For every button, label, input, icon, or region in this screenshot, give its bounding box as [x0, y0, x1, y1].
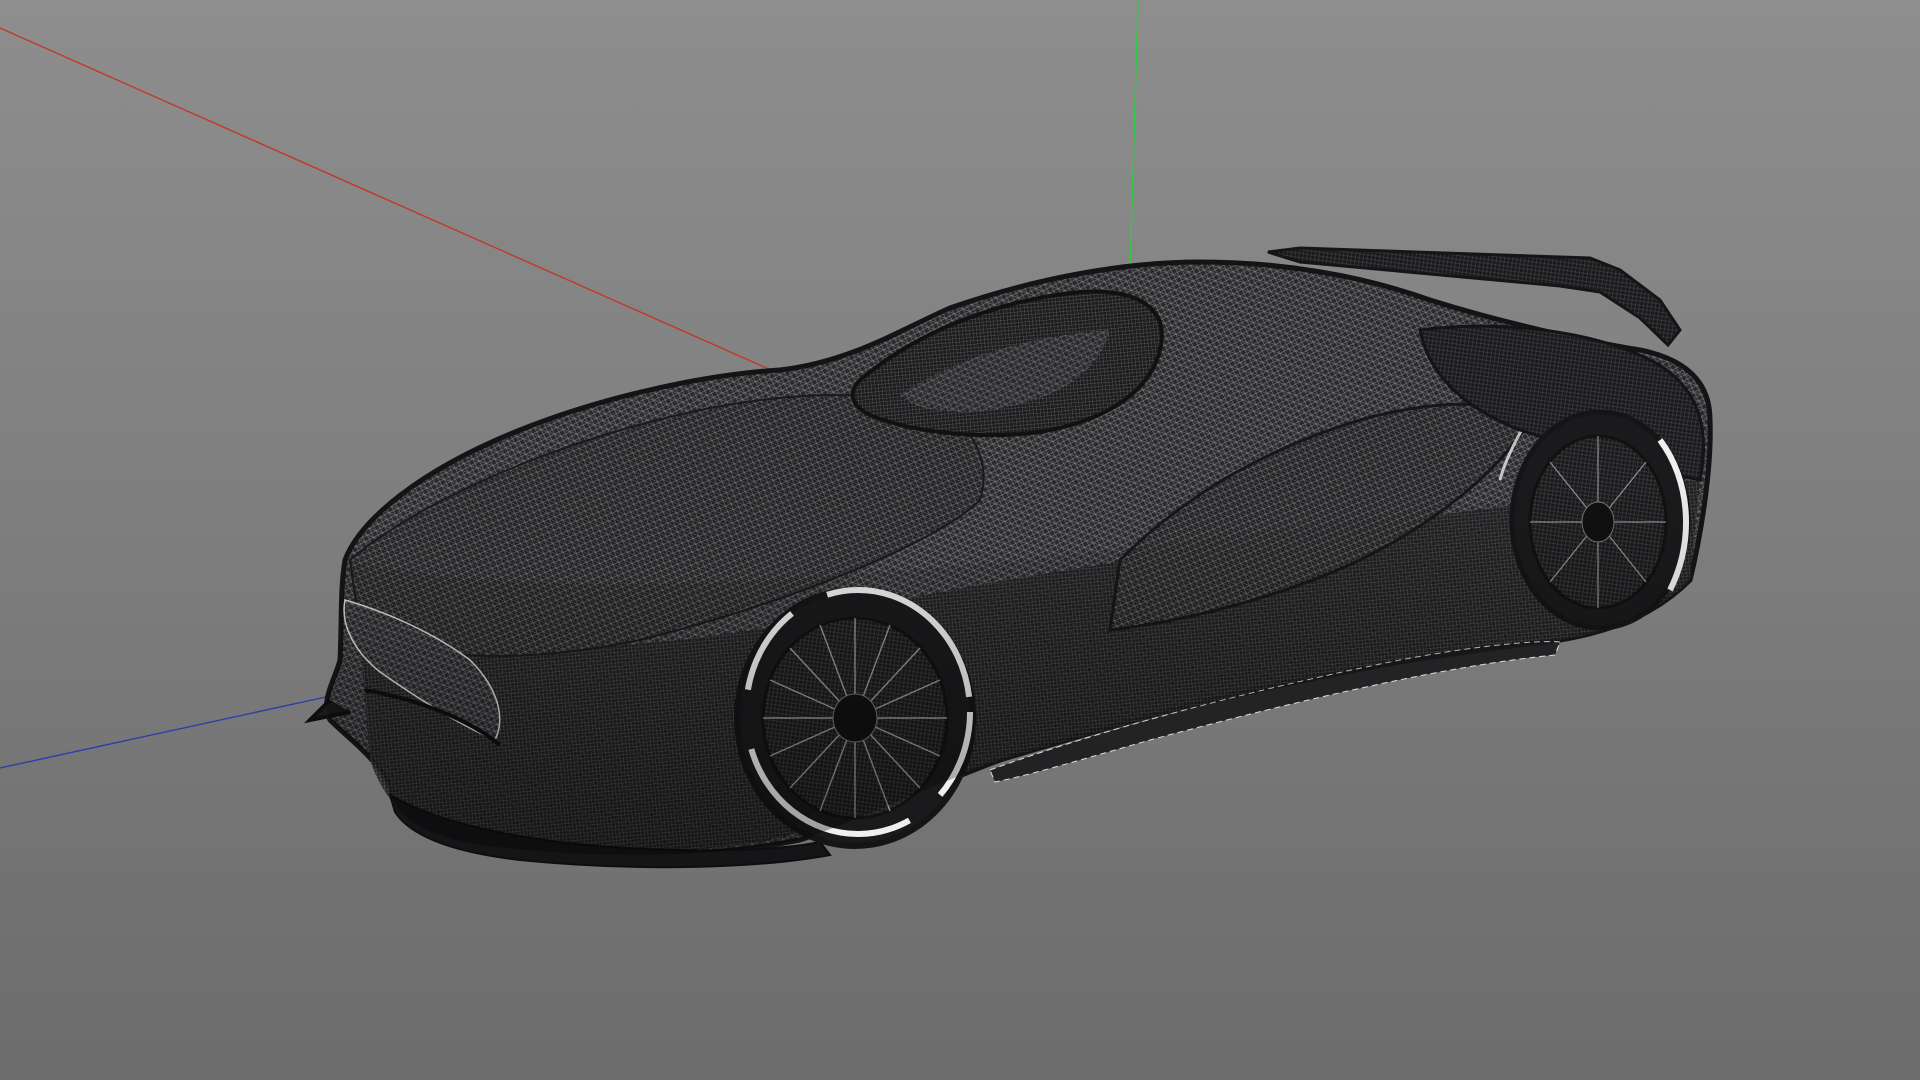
- z-axis-line: [0, 694, 336, 769]
- x-axis-line: [0, 27, 781, 375]
- 3d-viewport[interactable]: [0, 0, 1920, 1080]
- car-wireframe-model[interactable]: [303, 246, 1713, 869]
- viewport-scene[interactable]: [0, 0, 1920, 1080]
- y-axis-line: [1129, 0, 1139, 276]
